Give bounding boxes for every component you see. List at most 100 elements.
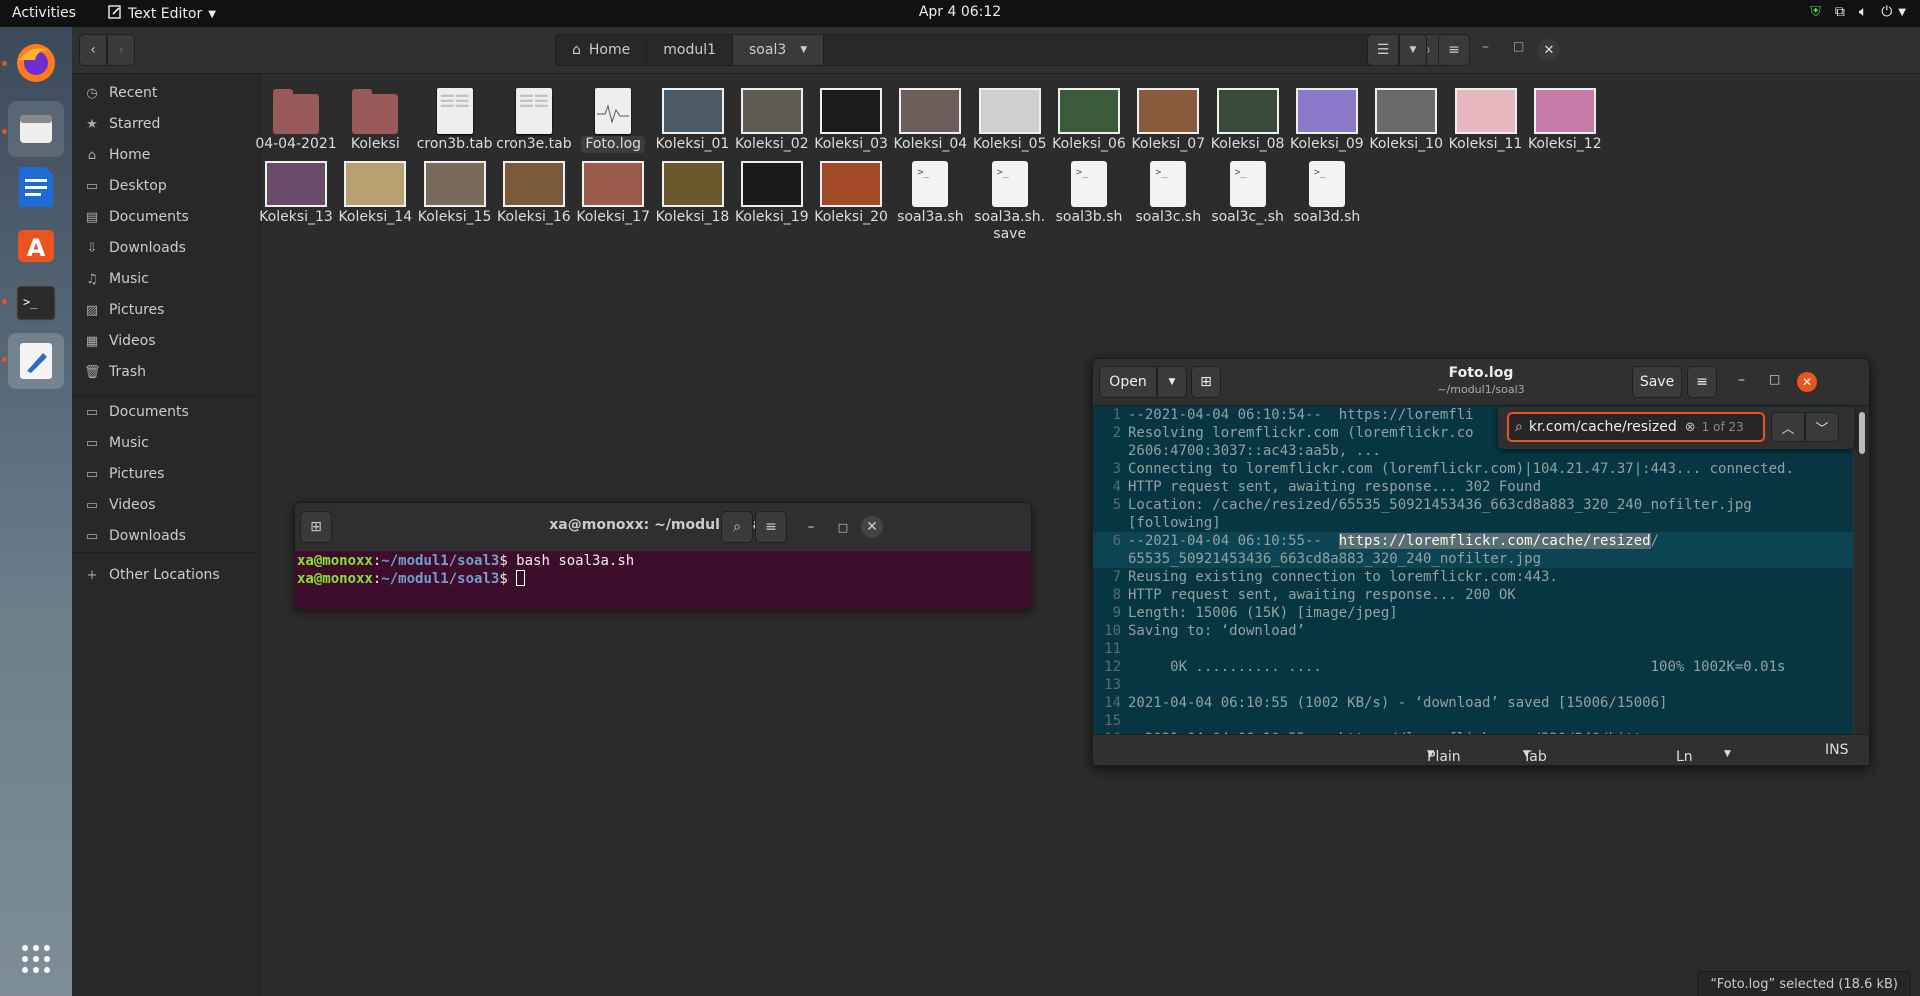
insert-mode[interactable]: INS	[1825, 742, 1849, 758]
vertical-scrollbar[interactable]	[1855, 406, 1869, 734]
sidebar-item-downloads[interactable]: ⇩ Downloads	[84, 233, 186, 263]
view-list-button[interactable]: ☰	[1367, 34, 1399, 66]
path-home[interactable]: ⌂ Home	[556, 35, 648, 65]
file-item[interactable]: Koleksi_20	[805, 153, 897, 226]
file-item[interactable]: Koleksi_03	[805, 80, 897, 153]
menu-button[interactable]: ≡	[755, 511, 787, 543]
file-item[interactable]: ═══ ═══ ═══ ═══ ═══ ═══ cron3b.tab	[409, 80, 501, 153]
sidebar-item-home[interactable]: ⌂ Home	[84, 140, 150, 170]
back-button[interactable]: ‹	[79, 34, 107, 66]
maximize-button[interactable]: □	[1769, 372, 1780, 386]
search-field[interactable]: ⌕ kr.com/cache/resized ⊗ 1 of 23	[1507, 412, 1765, 442]
software-center-icon[interactable]: A	[8, 217, 64, 273]
save-button[interactable]: Save	[1632, 366, 1682, 398]
clock[interactable]: Apr 4 06:12	[919, 4, 1001, 20]
file-item[interactable]: Koleksi_16	[488, 153, 580, 226]
app-grid-icon[interactable]	[8, 931, 64, 987]
minimize-button[interactable]: –	[1482, 39, 1489, 55]
image-thumbnail	[884, 80, 976, 134]
file-item[interactable]: >_ soal3c.sh	[1122, 153, 1214, 226]
volume-icon[interactable]: 🔈︎	[1859, 4, 1867, 20]
firefox-icon[interactable]	[8, 35, 64, 91]
file-item[interactable]: >_ soal3c_.sh	[1202, 153, 1294, 226]
file-item[interactable]: Koleksi_19	[726, 153, 818, 226]
sidebar-item-documents[interactable]: ▤ Documents	[84, 202, 189, 232]
libreoffice-writer-icon[interactable]	[8, 159, 64, 215]
minimize-button[interactable]: –	[1738, 372, 1745, 388]
sidebar-item-other-locations[interactable]: + Other Locations	[84, 560, 220, 590]
file-item[interactable]: >_ soal3d.sh	[1281, 153, 1373, 226]
shield-icon[interactable]: ⛨	[1810, 4, 1821, 20]
line-number: 10	[1104, 623, 1121, 639]
line-number: 12	[1104, 659, 1121, 675]
file-item[interactable]: Koleksi_04	[884, 80, 976, 153]
file-item[interactable]: Koleksi_17	[567, 153, 659, 226]
sidebar-item-trash[interactable]: 🗑︎ Trash	[84, 357, 146, 387]
network-icon[interactable]: ⧉	[1835, 4, 1845, 20]
file-item[interactable]: >_ soal3a.sh. save	[964, 153, 1056, 243]
sidebar-item-label: Starred	[109, 116, 161, 132]
file-item[interactable]: ═══ ═══ ═══ ═══ ═══ ═══ cron3e.tab	[488, 80, 580, 153]
text-editor-icon[interactable]	[8, 333, 64, 389]
system-tray[interactable]: ⛨ ⧉ 🔈︎ ⏻ ▼	[1810, 4, 1906, 20]
sidebar-item-desktop[interactable]: ▭ Desktop	[84, 171, 167, 201]
maximize-button[interactable]: □	[827, 511, 859, 543]
file-item[interactable]: Koleksi_01	[647, 80, 739, 153]
path-soal3[interactable]: soal3 ▼	[733, 35, 825, 65]
file-item[interactable]: Koleksi_18	[647, 153, 739, 226]
sidebar-item-music[interactable]: ♫ Music	[84, 264, 149, 294]
search-icon: ⌕	[1515, 419, 1523, 435]
menu-button[interactable]: ≡	[1687, 366, 1717, 398]
sidebar-item-pictures[interactable]: ▨ Pictures	[84, 295, 165, 325]
file-item[interactable]: Foto.log	[567, 80, 659, 153]
previous-match-button[interactable]: ︿	[1771, 412, 1805, 442]
sidebar-item-videos[interactable]: ▦ Videos	[84, 326, 156, 356]
path-modul1[interactable]: modul1	[647, 35, 733, 65]
scrollbar-thumb[interactable]	[1859, 412, 1865, 454]
minimize-button[interactable]: –	[795, 511, 827, 543]
close-button[interactable]: ✕	[1797, 372, 1817, 392]
file-item[interactable]: Koleksi_15	[409, 153, 501, 226]
text-view[interactable]: 1 --2021-04-04 06:10:54-- https://loremfl…	[1093, 406, 1853, 734]
view-options-button[interactable]: ▼	[1399, 34, 1427, 66]
file-item[interactable]: Koleksi_08	[1202, 80, 1294, 153]
file-item[interactable]: Koleksi_09	[1281, 80, 1373, 153]
activities-button[interactable]: Activities	[12, 5, 76, 21]
search-button[interactable]: ⌕	[721, 511, 753, 543]
command-text: bash soal3a.sh	[516, 553, 635, 569]
menu-button[interactable]: ≡	[1438, 34, 1470, 66]
file-item[interactable]: >_ soal3a.sh	[884, 153, 976, 226]
caret-down-icon[interactable]: ▼	[1898, 7, 1906, 20]
terminal-icon[interactable]: >_	[8, 275, 64, 331]
file-item[interactable]: Koleksi_12	[1519, 80, 1611, 153]
sidebar-item-pictures[interactable]: ▭ Pictures	[84, 459, 165, 489]
sidebar-item-recent[interactable]: ◷ Recent	[84, 78, 157, 108]
maximize-button[interactable]: □	[1513, 39, 1524, 53]
close-button[interactable]: ✕	[1538, 39, 1560, 61]
file-item[interactable]: Koleksi_10	[1360, 80, 1452, 153]
app-menu[interactable]: Text Editor ▼	[108, 5, 216, 23]
file-item[interactable]: Koleksi_07	[1122, 80, 1214, 153]
close-button[interactable]: ✕	[861, 516, 883, 538]
sidebar-item-downloads[interactable]: ▭ Downloads	[84, 521, 186, 551]
sidebar-item-label: Trash	[109, 364, 146, 380]
file-item[interactable]: 04-04-2021	[250, 80, 342, 153]
file-item[interactable]: Koleksi_14	[329, 153, 421, 226]
sidebar-item-music[interactable]: ▭ Music	[84, 428, 149, 458]
file-item[interactable]: >_ soal3b.sh	[1043, 153, 1135, 226]
file-item[interactable]: Koleksi_13	[250, 153, 342, 226]
sidebar-item-documents[interactable]: ▭ Documents	[84, 397, 189, 427]
clear-icon[interactable]: ⊗	[1685, 420, 1696, 435]
file-item[interactable]: Koleksi_05	[964, 80, 1056, 153]
file-item[interactable]: Koleksi	[329, 80, 421, 153]
sidebar-item-videos[interactable]: ▭ Videos	[84, 490, 156, 520]
power-icon[interactable]: ⏻	[1881, 4, 1892, 20]
forward-button[interactable]: ›	[107, 34, 135, 66]
file-item[interactable]: Koleksi_02	[726, 80, 818, 153]
next-match-button[interactable]: ﹀	[1805, 412, 1839, 442]
file-item[interactable]: Koleksi_06	[1043, 80, 1135, 153]
file-item[interactable]: Koleksi_11	[1440, 80, 1532, 153]
terminal-output[interactable]: xa@monoxx:~/modul1/soal3$ bash soal3a.sh…	[295, 551, 1031, 609]
files-icon[interactable]	[8, 101, 64, 157]
sidebar-item-starred[interactable]: ★ Starred	[84, 109, 160, 139]
